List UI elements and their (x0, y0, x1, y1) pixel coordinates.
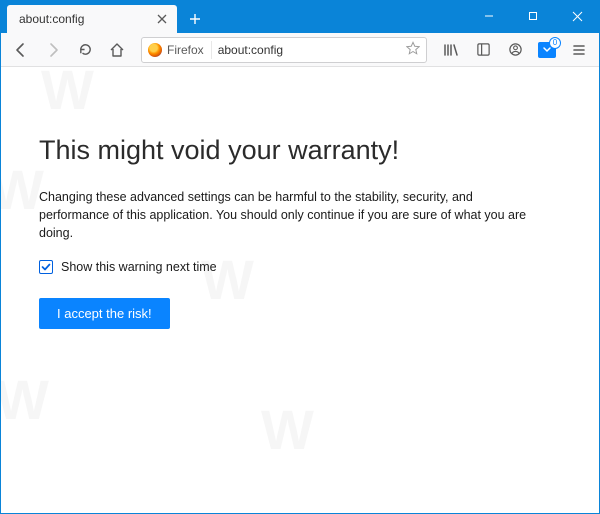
window-minimize-button[interactable] (467, 1, 511, 31)
site-identity[interactable]: Firefox (148, 41, 212, 59)
show-warning-label: Show this warning next time (61, 260, 217, 274)
new-tab-button[interactable] (181, 5, 209, 33)
page-content: W W W W W This might void your warranty!… (1, 67, 599, 513)
sidebar-button[interactable] (469, 36, 497, 64)
home-button[interactable] (103, 36, 131, 64)
app-menu-button[interactable] (565, 36, 593, 64)
pocket-badge-count: 0 (549, 37, 561, 49)
account-button[interactable] (501, 36, 529, 64)
pocket-button[interactable]: 0 (533, 36, 561, 64)
titlebar: about:config (1, 1, 599, 33)
tab-title: about:config (19, 12, 147, 26)
accept-risk-button[interactable]: I accept the risk! (39, 298, 170, 329)
firefox-icon (148, 43, 162, 57)
tab-active[interactable]: about:config (7, 5, 177, 33)
back-button[interactable] (7, 36, 35, 64)
url-bar[interactable]: Firefox about:config (141, 37, 427, 63)
window-close-button[interactable] (555, 1, 599, 31)
bookmark-star-icon[interactable] (406, 41, 420, 58)
warning-body: Changing these advanced settings can be … (39, 188, 539, 242)
url-text: about:config (218, 43, 400, 57)
window-maximize-button[interactable] (511, 1, 555, 31)
window-controls (467, 1, 599, 31)
library-button[interactable] (437, 36, 465, 64)
tabs-strip: about:config (1, 1, 209, 33)
identity-label: Firefox (167, 43, 204, 57)
show-warning-row: Show this warning next time (39, 260, 569, 274)
watermark: W W W W W (1, 67, 599, 513)
forward-button[interactable] (39, 36, 67, 64)
show-warning-checkbox[interactable] (39, 260, 53, 274)
pocket-icon: 0 (538, 42, 556, 58)
nav-toolbar: Firefox about:config 0 (1, 33, 599, 67)
tab-close-icon[interactable] (155, 12, 169, 26)
reload-button[interactable] (71, 36, 99, 64)
warning-heading: This might void your warranty! (39, 135, 569, 166)
browser-window: about:config (0, 0, 600, 514)
